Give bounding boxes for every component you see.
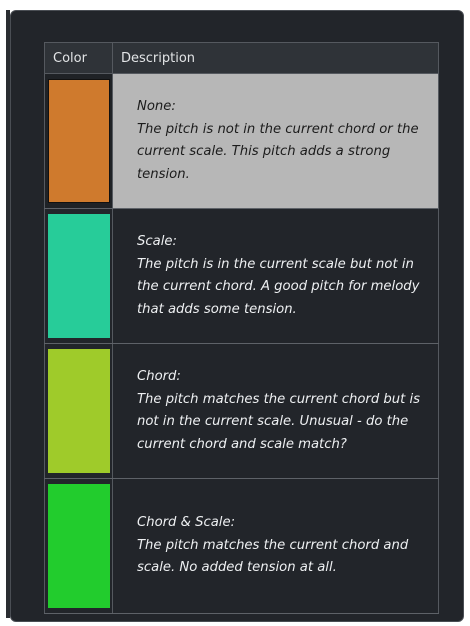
legend-row-chord[interactable]: Chord: The pitch matches the current cho…: [44, 343, 439, 479]
row-title: Scale:: [137, 234, 177, 249]
legend-row-none[interactable]: None: The pitch is not in the current ch…: [44, 73, 439, 209]
color-swatch-chord-and-scale: [47, 484, 110, 608]
column-header-color[interactable]: Color: [44, 42, 113, 74]
row-title: Chord:: [137, 369, 181, 384]
description-cell: Chord: The pitch matches the current cho…: [112, 343, 439, 479]
description-cell: Chord & Scale: The pitch matches the cur…: [112, 478, 439, 614]
row-title: Chord & Scale:: [137, 515, 236, 531]
row-description: The pitch matches the current chord but …: [137, 391, 421, 452]
column-header-description[interactable]: Description: [112, 42, 439, 74]
row-description: The pitch is not in the current chord or…: [137, 121, 419, 182]
description-cell: None: The pitch is not in the current ch…: [112, 73, 439, 209]
description-cell: Scale: The pitch is in the current scale…: [112, 208, 439, 344]
color-swatch-scale: [47, 214, 110, 338]
row-description: The pitch matches the current chord and …: [137, 537, 409, 576]
legend-row-chord-and-scale[interactable]: Chord & Scale: The pitch matches the cur…: [44, 478, 439, 614]
table-header-row: Color Description: [44, 42, 439, 74]
swatch-cell: [44, 478, 113, 614]
color-legend-table: Color Description None: The pitch is not…: [44, 42, 439, 614]
legend-row-scale[interactable]: Scale: The pitch is in the current scale…: [44, 208, 439, 344]
swatch-cell: [44, 343, 113, 479]
color-swatch-chord: [47, 349, 110, 473]
row-description: The pitch is in the current scale but no…: [137, 256, 420, 317]
row-title: None:: [137, 99, 176, 114]
color-swatch-none: [47, 79, 110, 203]
swatch-cell: [44, 208, 113, 344]
swatch-cell: [44, 73, 113, 209]
